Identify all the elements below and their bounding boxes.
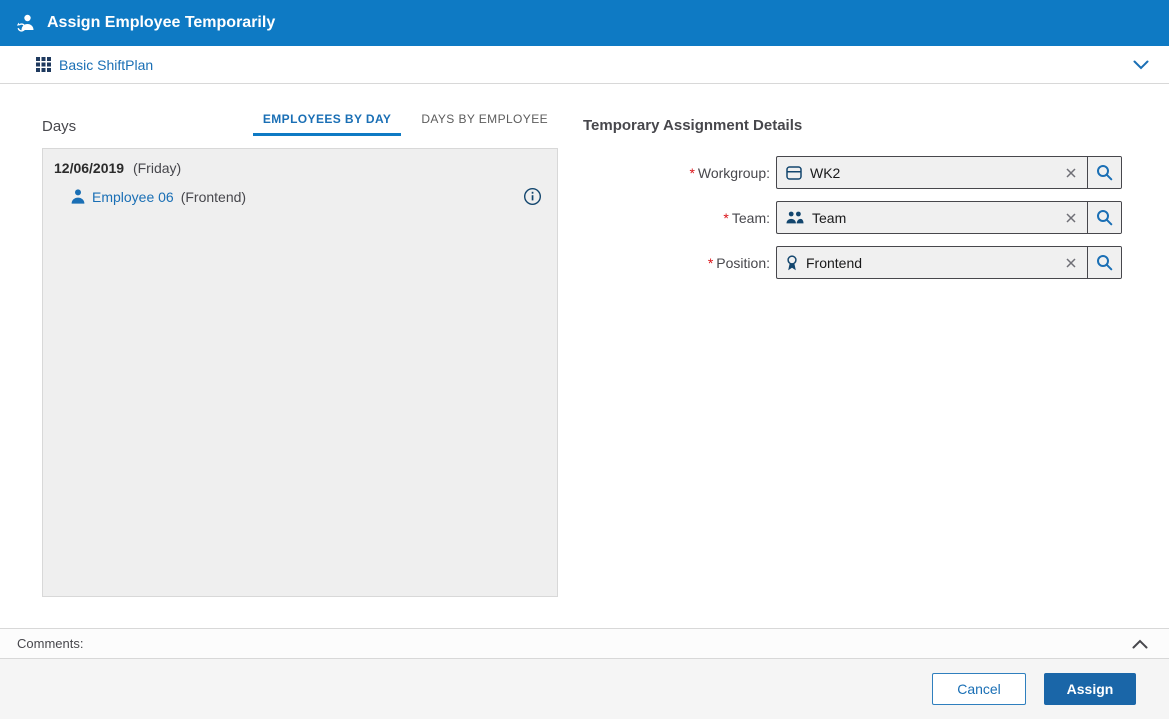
label-text: Position: — [716, 254, 770, 271]
shiftplan-bar: Basic ShiftPlan — [0, 46, 1169, 84]
comments-bar: Comments: — [0, 628, 1169, 659]
tab-employees-by-day[interactable]: EMPLOYEES BY DAY — [252, 108, 402, 136]
chevron-down-icon[interactable] — [1129, 56, 1153, 74]
team-field[interactable]: Team — [776, 201, 1122, 234]
app-header: Assign Employee Temporarily — [0, 0, 1169, 46]
assign-employee-icon — [16, 13, 37, 33]
main-content: Days EMPLOYEES BY DAY DAYS BY EMPLOYEE 1… — [0, 84, 1169, 628]
footer-bar: Cancel Assign — [0, 659, 1169, 719]
user-icon — [71, 189, 85, 204]
details-form: * Workgroup: WK2 * Team: Team * Position… — [583, 156, 1122, 291]
tab-label: DAYS BY EMPLOYEE — [421, 112, 548, 126]
assign-button[interactable]: Assign — [1044, 673, 1136, 705]
clear-icon[interactable] — [1055, 167, 1087, 178]
details-section-title: Temporary Assignment Details — [583, 117, 803, 134]
workgroup-value: WK2 — [810, 164, 841, 181]
employee-row: Employee 06 (Frontend) — [43, 178, 557, 206]
view-tabs: EMPLOYEES BY DAY DAYS BY EMPLOYEE — [252, 108, 558, 136]
date-value: 12/06/2019 — [54, 160, 125, 176]
shiftplan-label: Basic ShiftPlan — [59, 56, 154, 73]
days-section-title: Days — [42, 118, 77, 135]
form-row-team: * Team: Team — [583, 201, 1122, 234]
position-field[interactable]: Frontend — [776, 246, 1122, 279]
comments-label: Comments: — [17, 636, 84, 651]
days-list-panel: 12/06/2019 (Friday) Employee 06 (Fronten… — [42, 148, 558, 597]
position-label: * Position: — [583, 255, 776, 271]
search-icon[interactable] — [1087, 202, 1121, 233]
team-value: Team — [812, 209, 847, 226]
tab-days-by-employee[interactable]: DAYS BY EMPLOYEE — [411, 108, 558, 136]
position-icon — [777, 254, 806, 271]
form-row-position: * Position: Frontend — [583, 246, 1122, 279]
search-icon[interactable] — [1087, 157, 1121, 188]
date-row: 12/06/2019 (Friday) — [43, 149, 557, 178]
page-title: Assign Employee Temporarily — [47, 14, 276, 31]
grid-icon — [36, 57, 51, 72]
required-marker: * — [723, 209, 729, 226]
required-marker: * — [689, 164, 695, 181]
employee-role: (Frontend) — [180, 188, 247, 205]
team-icon — [777, 211, 812, 224]
required-marker: * — [707, 254, 714, 271]
workgroup-label: * Workgroup: — [583, 165, 776, 181]
clear-icon[interactable] — [1055, 212, 1087, 223]
workgroup-field[interactable]: WK2 — [776, 156, 1122, 189]
info-icon[interactable] — [523, 187, 542, 206]
employee-name-link[interactable]: Employee 06 — [92, 189, 174, 205]
clear-icon[interactable] — [1055, 257, 1087, 268]
workgroup-icon — [777, 165, 810, 180]
label-text: Workgroup: — [697, 164, 770, 181]
team-label: * Team: — [583, 210, 776, 226]
day-name: (Friday) — [132, 160, 182, 176]
search-icon[interactable] — [1087, 247, 1121, 278]
label-text: Team: — [731, 209, 770, 226]
form-row-workgroup: * Workgroup: WK2 — [583, 156, 1122, 189]
tab-label: EMPLOYEES BY DAY — [262, 112, 392, 126]
chevron-up-icon[interactable] — [1128, 635, 1152, 653]
position-value: Frontend — [806, 254, 863, 271]
cancel-button[interactable]: Cancel — [932, 673, 1026, 705]
